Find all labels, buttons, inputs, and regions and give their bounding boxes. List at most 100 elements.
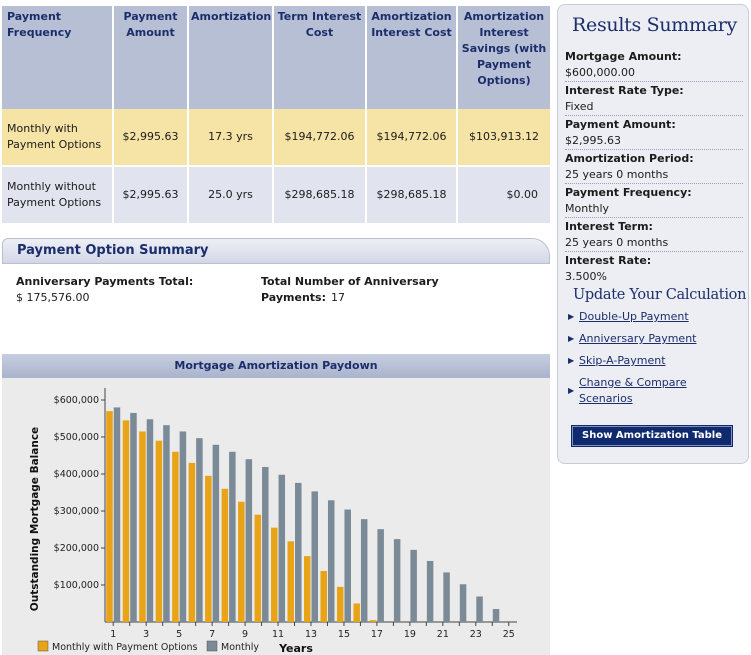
summary-item-amortization-period: Amortization Period: 25 years 0 months [565, 151, 743, 184]
bar [212, 444, 220, 622]
summary-item-mortgage-amount: Mortgage Amount: $600,000.00 [565, 49, 743, 82]
link-anniversary-payment[interactable]: ▶ Anniversary Payment [568, 331, 743, 347]
triangle-right-icon: ▶ [568, 386, 575, 395]
bar [188, 462, 196, 622]
x-tick-label: 23 [470, 629, 482, 640]
anniversary-payment-link[interactable]: Anniversary Payment [579, 332, 696, 345]
bar [459, 584, 467, 622]
skip-a-payment-link[interactable]: Skip-A-Payment [579, 354, 666, 367]
x-tick-label: 3 [143, 629, 149, 640]
bar [155, 440, 163, 622]
bar [336, 586, 344, 622]
results-summary-panel: Results Summary Mortgage Amount: $600,00… [557, 4, 749, 464]
bar [353, 603, 360, 622]
summary-label: Interest Term: [565, 220, 653, 233]
bar [443, 572, 450, 622]
summary-label: Interest Rate Type: [565, 84, 684, 97]
anniversary-total-value: $ 175,576.00 [16, 291, 90, 304]
x-tick-label: 25 [503, 629, 515, 640]
x-tick-label: 21 [437, 629, 449, 640]
table-row: Monthly without Payment Options $2,995.6… [2, 166, 550, 223]
chart-title: Mortgage Amortization Paydown [2, 354, 550, 378]
x-tick-label: 11 [272, 629, 284, 640]
x-tick-label: 7 [209, 629, 215, 640]
summary-value: Monthly [565, 202, 610, 215]
table-header-row: Payment Frequency Payment Amount Amortiz… [2, 6, 550, 109]
bar [254, 514, 262, 622]
bar [221, 488, 229, 622]
cell-payment-amount: $2,995.63 [113, 109, 189, 167]
triangle-right-icon: ▶ [568, 312, 575, 321]
summary-value: 3.500% [565, 270, 607, 283]
bar [130, 412, 137, 622]
summary-label: Interest Rate: [565, 254, 652, 267]
bar [196, 438, 203, 622]
header-amortization-interest-cost: Amortization Interest Cost [366, 6, 458, 109]
bar [426, 560, 434, 622]
anniversary-count-label: Total Number of Anniversary Payments: [261, 275, 439, 304]
results-summary-title: Results Summary [572, 14, 737, 36]
link-double-up-payment[interactable]: ▶ Double-Up Payment [568, 309, 743, 325]
update-links: ▶ Double-Up Payment ▶ Anniversary Paymen… [568, 309, 743, 413]
bar [320, 570, 327, 622]
legend-swatch [37, 640, 49, 652]
bar [492, 609, 500, 622]
summary-item-interest-term: Interest Term: 25 years 0 months [565, 219, 743, 252]
show-amortization-table-button[interactable]: Show Amortization Table [572, 426, 732, 446]
summary-item-payment-amount: Payment Amount: $2,995.63 [565, 117, 743, 150]
cell-amortization: 17.3 yrs [188, 109, 274, 167]
bar [106, 411, 113, 622]
cell-amortization-interest: $194,772.06 [366, 109, 458, 167]
y-tick-label: $400,000 [54, 469, 99, 480]
bar [410, 549, 417, 622]
y-axis-label: Outstanding Mortgage Balance [29, 427, 41, 611]
x-tick-label: 1 [110, 629, 116, 640]
header-payment-frequency: Payment Frequency [2, 6, 114, 109]
summary-item-payment-frequency: Payment Frequency: Monthly [565, 185, 743, 218]
bar [369, 620, 377, 622]
x-tick-label: 19 [404, 629, 416, 640]
legend-label: Monthly [221, 642, 259, 653]
anniversary-count: Total Number of Anniversary Payments: 17 [261, 274, 491, 306]
bar [287, 541, 295, 622]
legend-swatch [206, 640, 218, 652]
bar [205, 475, 212, 622]
cell-amortization-interest: $298,685.18 [366, 166, 458, 223]
link-change-compare[interactable]: ▶ Change & Compare Scenarios [568, 375, 743, 407]
header-interest-savings: Amortization Interest Savings (with Paym… [457, 6, 550, 109]
bar [377, 529, 384, 622]
bar [304, 556, 311, 622]
y-tick-label: $300,000 [54, 506, 99, 517]
bar [113, 407, 121, 622]
bar [172, 451, 179, 622]
summary-item-interest-rate: Interest Rate: 3.500% [565, 253, 743, 285]
legend-label: Monthly with Payment Options [52, 642, 198, 653]
bar [122, 420, 130, 622]
bar [245, 459, 253, 622]
change-compare-link[interactable]: Change & Compare Scenarios [579, 375, 699, 407]
y-tick-label: $600,000 [54, 395, 99, 406]
cell-frequency: Monthly with Payment Options [2, 109, 114, 167]
summary-label: Payment Amount: [565, 118, 676, 131]
cell-payment-amount: $2,995.63 [113, 166, 189, 223]
cell-amortization: 25.0 yrs [188, 166, 274, 223]
payment-option-summary-title: Payment Option Summary [2, 238, 550, 264]
summary-value: 25 years 0 months [565, 236, 669, 249]
bar [295, 482, 302, 622]
bar [139, 431, 146, 622]
anniversary-total: Anniversary Payments Total: $ 175,576.00 [16, 274, 236, 306]
summary-label: Payment Frequency: [565, 186, 692, 199]
table-row: Monthly with Payment Options $2,995.63 1… [2, 109, 550, 167]
bar [179, 431, 187, 622]
link-skip-a-payment[interactable]: ▶ Skip-A-Payment [568, 353, 743, 369]
bar [229, 451, 236, 622]
bar [163, 425, 170, 622]
double-up-payment-link[interactable]: Double-Up Payment [579, 310, 689, 323]
cell-savings: $0.00 [457, 166, 550, 223]
bar [327, 500, 335, 622]
summary-value: $600,000.00 [565, 66, 635, 79]
header-payment-amount: Payment Amount [113, 6, 189, 109]
results-summary-list: Mortgage Amount: $600,000.00 Interest Ra… [565, 49, 743, 286]
cell-frequency: Monthly without Payment Options [2, 166, 114, 223]
summary-label: Mortgage Amount: [565, 50, 682, 63]
